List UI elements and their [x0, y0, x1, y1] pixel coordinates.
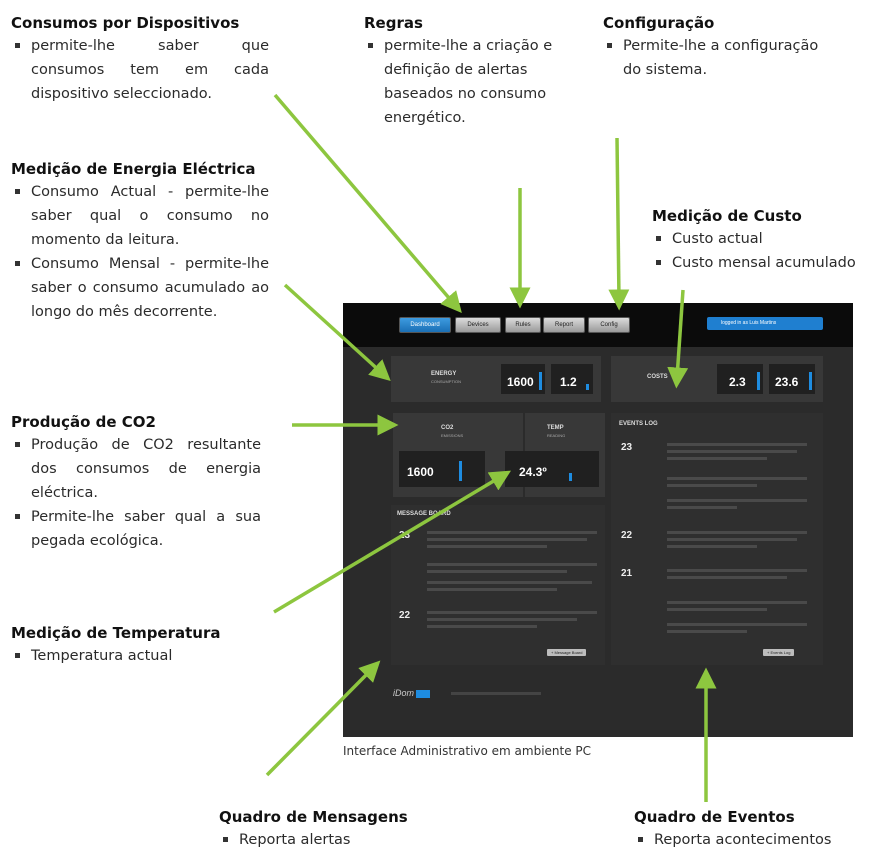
arrow-config [608, 137, 630, 311]
annotation-arrows [265, 93, 717, 802]
arrow-consumos [273, 93, 462, 313]
arrow-custo [667, 289, 689, 389]
arrow-mensagens [265, 660, 381, 777]
arrow-energia [283, 283, 391, 382]
arrow-temperatura [273, 470, 512, 614]
